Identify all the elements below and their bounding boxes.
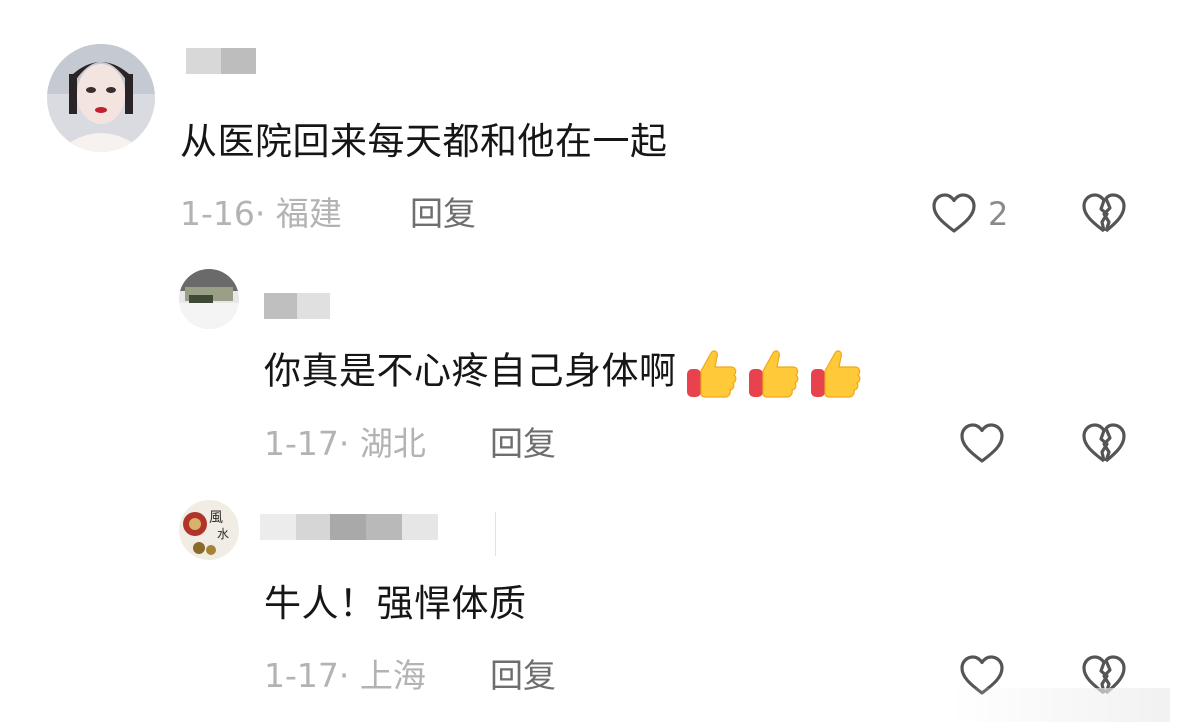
svg-text:水: 水 (217, 527, 229, 541)
like-button[interactable]: 2 (930, 190, 1020, 238)
comment-location: 福建 (275, 194, 342, 233)
comment-date: 1-16 (180, 194, 255, 233)
like-button[interactable] (958, 420, 1006, 468)
dislike-button[interactable] (1080, 190, 1128, 238)
comment-meta: 1-16· 福建 (180, 194, 342, 233)
thumbs-up-emoji (810, 350, 860, 398)
comment-text: 牛人！强悍体质 (264, 582, 527, 625)
comment-text: 你真是不心疼自己身体啊 (264, 345, 863, 401)
comment-meta: 1-17· 湖北 (264, 424, 426, 463)
comment-date: 1-17 (264, 424, 339, 463)
username-redacted[interactable] (264, 293, 330, 319)
dislike-button[interactable] (1080, 420, 1128, 468)
thumbs-up-emoji (748, 350, 798, 398)
avatar[interactable] (47, 44, 155, 152)
avatar[interactable]: 風 水 (179, 500, 239, 560)
divider (495, 512, 496, 556)
heart-outline-icon (960, 423, 1004, 463)
comment-date: 1-17 (264, 656, 339, 695)
thumbs-up-emoji (686, 350, 736, 398)
broken-heart-icon (1082, 193, 1126, 233)
reply-button[interactable]: 回复 (410, 194, 476, 234)
comment-meta: 1-17· 上海 (264, 656, 426, 695)
comment-text: 从医院回来每天都和他在一起 (180, 120, 668, 163)
svg-text:風: 風 (209, 510, 223, 526)
comment-location: 上海 (359, 656, 426, 695)
watermark (950, 688, 1170, 722)
reply-button[interactable]: 回复 (490, 424, 556, 464)
broken-heart-icon (1082, 423, 1126, 463)
heart-outline-icon (932, 193, 976, 233)
reply-button[interactable]: 回复 (490, 656, 556, 696)
comment-location: 湖北 (359, 424, 426, 463)
like-count: 2 (988, 195, 1009, 233)
avatar[interactable] (179, 269, 239, 329)
username-redacted[interactable] (260, 514, 438, 540)
username-redacted[interactable] (186, 48, 256, 74)
